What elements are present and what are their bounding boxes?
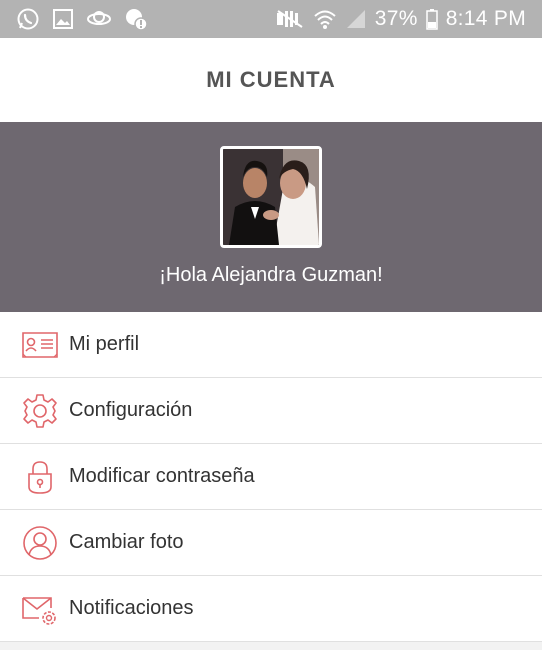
sync-icon — [86, 8, 112, 30]
user-circle-icon — [21, 524, 59, 562]
gear-icon — [21, 392, 59, 430]
gallery-icon — [52, 8, 74, 30]
signal-icon — [345, 8, 367, 30]
avatar-photo — [223, 149, 319, 245]
status-bar-right: 37% 8:14 PM — [267, 7, 526, 31]
mail-settings-icon — [21, 590, 59, 628]
greeting-text: ¡Hola Alejandra Guzman! — [159, 264, 383, 286]
battery-icon — [425, 8, 438, 30]
status-time: 8:14 PM — [445, 7, 526, 30]
status-bar: 37% 8:14 PM — [0, 0, 542, 38]
app-header: MI CUENTA — [0, 38, 542, 122]
security-icon — [124, 7, 148, 31]
id-card-icon — [21, 326, 59, 364]
menu-item-label: Modificar contraseña — [69, 465, 255, 487]
menu-item-label: Mi perfil — [69, 333, 140, 355]
page-title: MI CUENTA — [206, 67, 336, 92]
status-bar-left — [16, 7, 160, 31]
menu-item-label: Cambiar foto — [69, 531, 184, 553]
menu-item-modificar-contrasena[interactable]: Modificar contraseña — [0, 444, 542, 510]
menu-item-configuracion[interactable]: Configuración — [0, 378, 542, 444]
mute-icon — [275, 9, 305, 29]
menu-item-mi-perfil[interactable]: Mi perfil — [0, 312, 542, 378]
menu-item-label: Notificaciones — [69, 597, 194, 619]
lock-icon — [21, 458, 59, 496]
whatsapp-icon — [16, 7, 40, 31]
menu-item-label: Configuración — [69, 399, 193, 421]
avatar[interactable] — [220, 146, 322, 248]
menu-item-notificaciones[interactable]: Notificaciones — [0, 576, 542, 642]
menu-item-cambiar-foto[interactable]: Cambiar foto — [0, 510, 542, 576]
profile-banner: ¡Hola Alejandra Guzman! — [0, 122, 542, 312]
account-menu: Mi perfil Configuración Modificar contra… — [0, 312, 542, 642]
battery-percentage: 37% — [374, 7, 418, 30]
wifi-icon — [313, 8, 337, 30]
